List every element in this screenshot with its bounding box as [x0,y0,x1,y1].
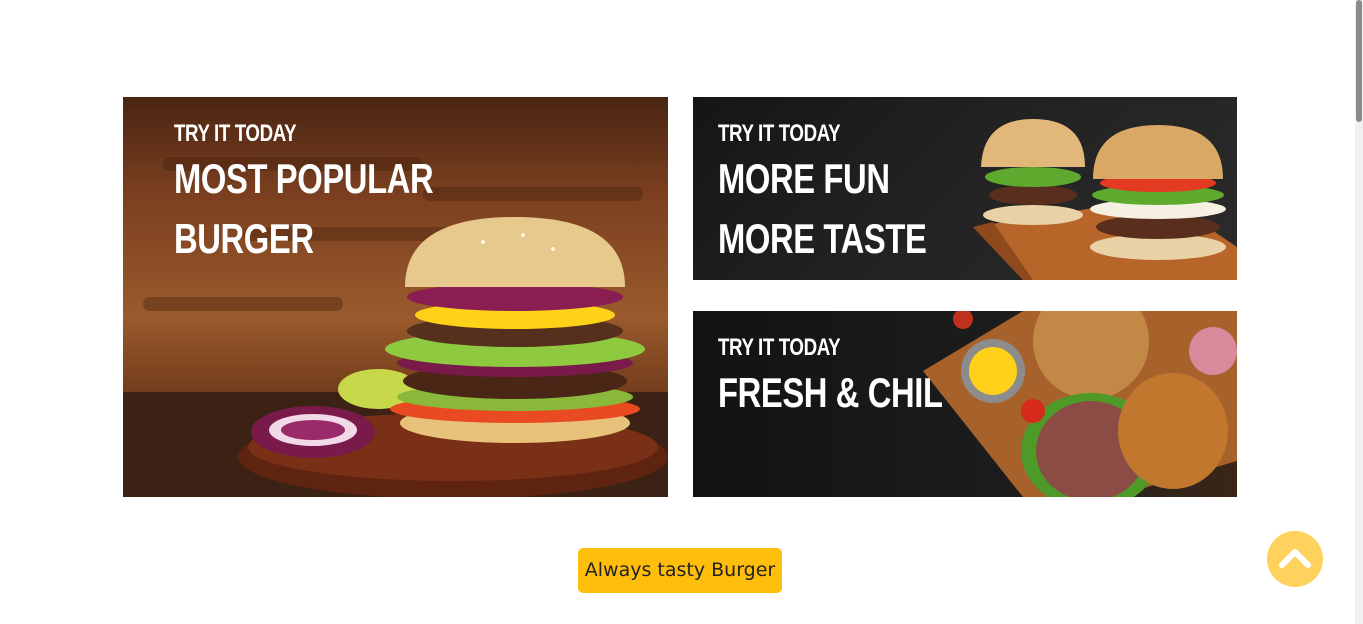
banner-fresh-and-chil[interactable]: Try it today Fresh & Chil [693,311,1237,497]
banner-title: Fresh & Chil [718,369,943,416]
banner-title-line-2: More taste [718,215,927,262]
banner-title: Most popular burger [174,155,434,262]
chevron-up-icon [1279,549,1311,568]
scrollbar[interactable] [1355,0,1363,624]
banner-kicker: Try it today [174,120,297,147]
always-tasty-burger-button[interactable]: Always tasty Burger [578,548,782,593]
banner-kicker: Try it today [718,120,841,147]
banner-kicker: Try it today [718,334,841,361]
back-to-top-button[interactable] [1267,531,1323,587]
banner-caption: Try it today Most popular burger [174,119,559,269]
scrollbar-thumb[interactable] [1356,0,1362,122]
banner-most-popular-burger[interactable]: Try it today Most popular burger [123,97,668,497]
banner-more-fun-more-taste[interactable]: Try it today More fun More taste [693,97,1237,280]
banner-caption: Try it today More fun More taste [718,119,927,269]
banner-title-line-1: More fun [718,155,890,202]
banner-caption: Try it today Fresh & Chil [718,333,943,423]
